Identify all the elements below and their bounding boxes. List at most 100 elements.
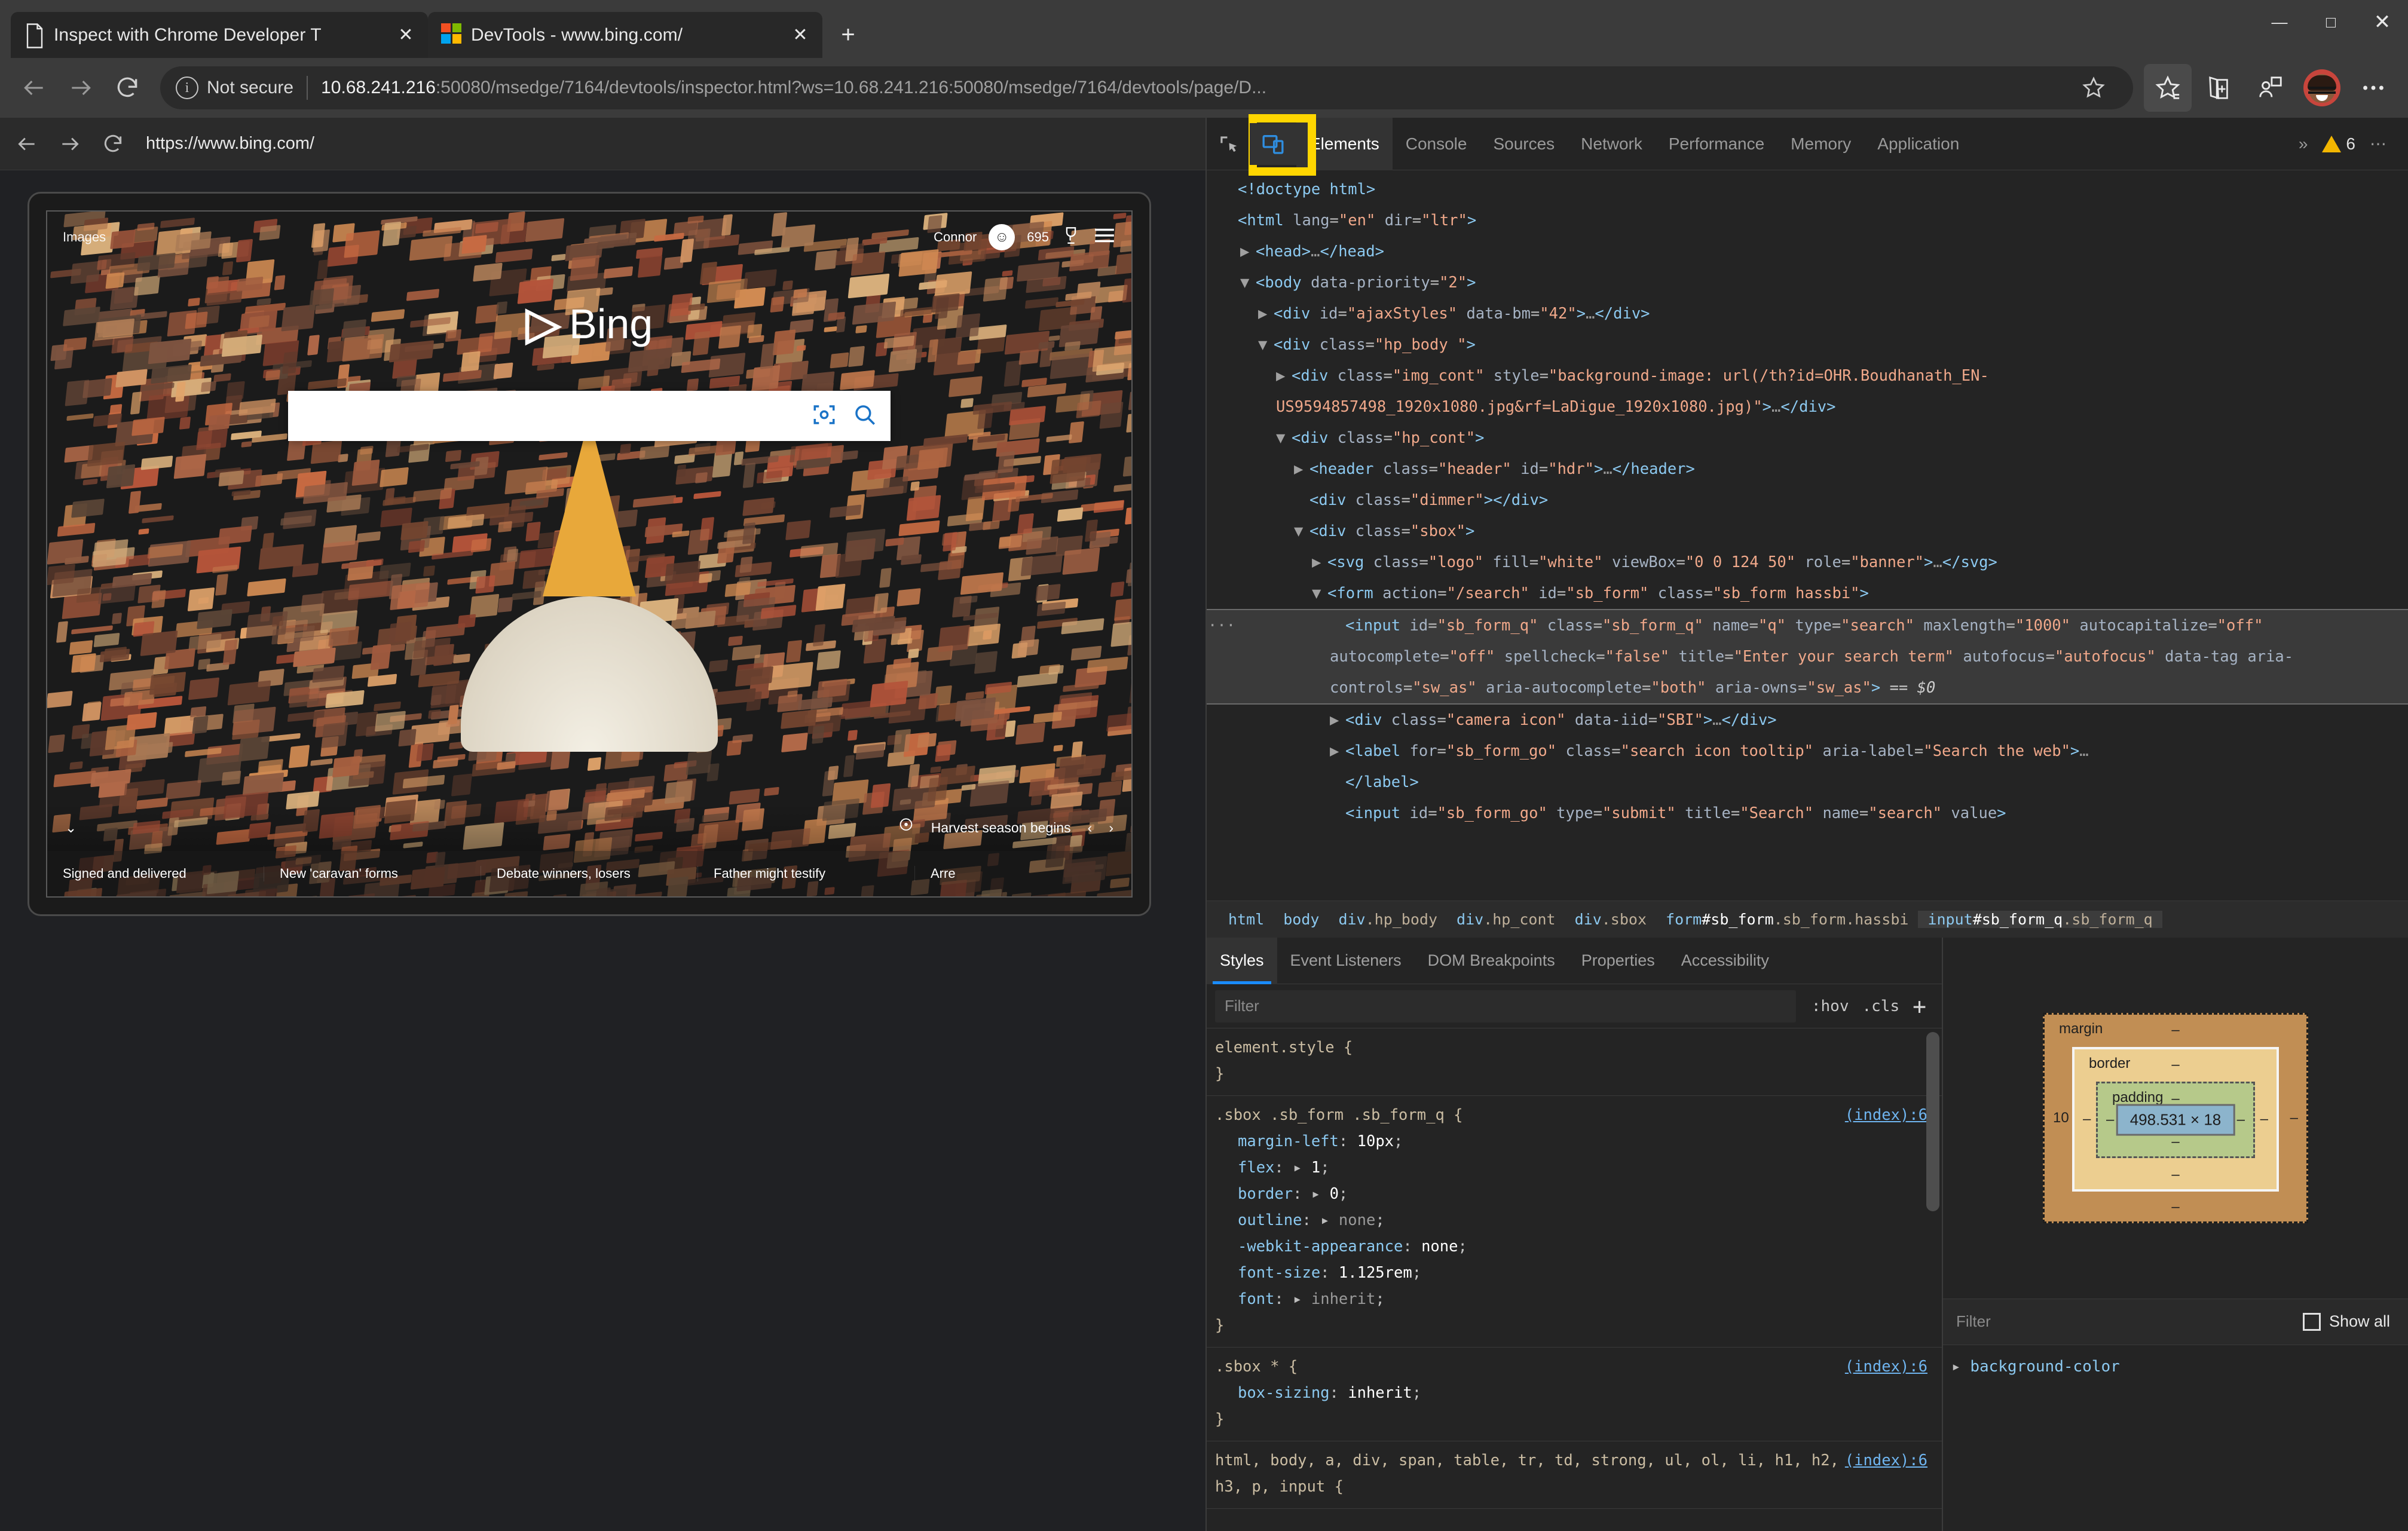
visual-search-icon[interactable] <box>812 402 837 430</box>
breadcrumb-item[interactable]: input#sb_form_q.sb_form_q <box>1918 911 2162 928</box>
dom-node[interactable]: ▶ <div id="ajaxStyles" data-bm="42">…</di… <box>1207 298 2408 329</box>
show-all-checkbox[interactable] <box>2303 1313 2321 1331</box>
tab-performance[interactable]: Performance <box>1656 118 1777 170</box>
style-selector[interactable]: element.style { <box>1207 1034 1942 1061</box>
padding-bottom-value[interactable]: – <box>2171 1134 2179 1150</box>
style-property-name[interactable]: font <box>1238 1290 1274 1308</box>
dom-node[interactable]: <div class="dimmer"></div> <box>1207 485 2408 516</box>
tab-network[interactable]: Network <box>1568 118 1656 170</box>
news-item[interactable]: Father might testify <box>697 866 914 881</box>
breadcrumb-item[interactable]: div.hp_cont <box>1447 911 1565 928</box>
trophy-icon[interactable] <box>1061 225 1081 249</box>
dom-node[interactable]: ▶ <header class="header" id="hdr">…</head… <box>1207 454 2408 485</box>
styles-filter-input[interactable]: Filter <box>1215 990 1796 1022</box>
tab-close-button[interactable]: ✕ <box>787 22 814 49</box>
settings-more-icon[interactable] <box>2349 64 2397 112</box>
dom-node[interactable]: ▶ <svg class="logo" fill="white" viewBox=… <box>1207 547 2408 578</box>
style-selector[interactable]: .sbox .sb_form .sb_form_q { <box>1207 1102 1942 1128</box>
margin-left-value[interactable]: 10 <box>2053 1110 2069 1126</box>
tab-application[interactable]: Application <box>1864 118 1972 170</box>
border-top-value[interactable]: – <box>2171 1057 2179 1073</box>
breadcrumb-item[interactable]: div.hp_body <box>1329 911 1447 928</box>
breadcrumb-item[interactable]: form#sb_form.sb_form.hassbi <box>1656 911 1918 928</box>
style-property-name[interactable]: -webkit-appearance <box>1238 1238 1403 1256</box>
caption-prev-button[interactable]: ‹ <box>1088 820 1093 836</box>
style-property-value[interactable]: none <box>1421 1238 1458 1256</box>
box-model-content-size[interactable]: 498.531 × 18 <box>2116 1104 2235 1135</box>
style-selector[interactable]: .sbox * { <box>1207 1354 1942 1380</box>
chevron-down-icon[interactable]: ▼ <box>1240 267 1256 298</box>
style-property-value[interactable]: inherit <box>1348 1384 1412 1402</box>
computed-property-row[interactable]: ▸ background-color <box>1951 1352 2408 1381</box>
breadcrumb-item[interactable]: div.sbox <box>1565 911 1656 928</box>
style-selector[interactable]: html, body, a, div, span, table, tr, td,… <box>1207 1447 1942 1500</box>
style-declaration[interactable]: margin-left: 10px; <box>1207 1128 1942 1155</box>
maximize-button[interactable]: □ <box>2305 0 2357 44</box>
share-icon[interactable] <box>2247 64 2294 112</box>
computed-filter-input[interactable]: Filter <box>1943 1312 2303 1331</box>
dom-node[interactable]: </label> <box>1207 767 2408 798</box>
chevron-right-icon[interactable]: ▶ <box>1330 705 1345 736</box>
style-rule[interactable]: (index):6 html, body, a, div, span, table… <box>1207 1441 1942 1509</box>
page-url-text[interactable]: https://www.bing.com/ <box>146 134 314 154</box>
style-declaration[interactable]: font: ▸ inherit; <box>1207 1286 1942 1312</box>
tab-dom-breakpoints[interactable]: DOM Breakpoints <box>1415 938 1568 984</box>
dom-node[interactable]: <!doctype html> <box>1207 174 2408 205</box>
chevron-right-icon[interactable]: ▶ <box>1276 360 1292 391</box>
box-model-margin[interactable]: margin – – 10 – border – – – – padding –… <box>2043 1013 2308 1223</box>
bing-images-link[interactable]: Images <box>63 229 106 245</box>
news-item[interactable]: Signed and delivered <box>47 866 264 881</box>
back-button[interactable] <box>11 65 57 111</box>
favorites-icon[interactable] <box>2144 64 2192 112</box>
inspect-element-icon[interactable] <box>1207 123 1250 165</box>
chevron-right-icon[interactable]: ▶ <box>1294 454 1309 485</box>
show-all-toggle[interactable]: Show all <box>2303 1312 2408 1331</box>
account-avatar-icon[interactable]: ☺ <box>989 224 1015 250</box>
bing-search-box[interactable] <box>288 391 891 441</box>
style-property-name[interactable]: outline <box>1238 1211 1302 1229</box>
chevron-right-icon[interactable]: ▸ <box>1293 1290 1302 1308</box>
warning-badge[interactable]: 6 <box>2322 134 2355 154</box>
styles-rules-list[interactable]: element.style {} (index):6 .sbox .sb_form … <box>1207 1028 1942 1531</box>
style-declaration[interactable]: flex: ▸ 1; <box>1207 1155 1942 1181</box>
chevron-right-icon[interactable]: ▶ <box>1258 298 1274 329</box>
style-source-link[interactable]: (index):6 <box>1845 1354 1942 1380</box>
dom-node[interactable]: <html lang="en" dir="ltr"> <box>1207 205 2408 236</box>
chevron-down-icon[interactable]: ▼ <box>1294 516 1309 547</box>
dom-node[interactable]: ▶ <label for="sb_form_go" class="search i… <box>1207 736 2408 767</box>
style-property-value[interactable]: inherit <box>1311 1290 1375 1308</box>
star-outline-icon[interactable] <box>2070 64 2118 112</box>
style-property-value[interactable]: 10px <box>1357 1132 1394 1150</box>
dom-node-selected[interactable]: ··· <input id="sb_form_q" class="sb_form_… <box>1207 609 2408 705</box>
tab-styles[interactable]: Styles <box>1207 938 1277 984</box>
collections-icon[interactable] <box>2195 64 2243 112</box>
tab-memory[interactable]: Memory <box>1777 118 1864 170</box>
tab-console[interactable]: Console <box>1393 118 1480 170</box>
profile-avatar[interactable] <box>2298 64 2346 112</box>
style-property-name[interactable]: flex <box>1238 1159 1274 1177</box>
page-reload-button[interactable] <box>94 125 131 163</box>
tab-properties[interactable]: Properties <box>1568 938 1668 984</box>
padding-right-value[interactable]: – <box>2237 1111 2245 1128</box>
news-item[interactable]: Arre <box>914 866 1131 881</box>
dom-node[interactable]: ▶ <div class="img_cont" style="background… <box>1207 360 2408 422</box>
info-icon[interactable]: i <box>176 76 198 99</box>
cls-toggle[interactable]: .cls <box>1862 997 1899 1015</box>
chevron-right-icon[interactable]: ▶ <box>1312 547 1327 578</box>
dom-tree[interactable]: <!doctype html> <html lang="en" dir="ltr"… <box>1207 170 2408 901</box>
chevron-right-icon[interactable]: ▶ <box>1240 236 1256 267</box>
devtools-overflow-menu[interactable]: ⋯ <box>2361 118 2395 170</box>
style-property-name[interactable]: border <box>1238 1185 1293 1203</box>
hov-toggle[interactable]: :hov <box>1812 997 1849 1015</box>
border-bottom-value[interactable]: – <box>2171 1166 2179 1183</box>
close-window-button[interactable]: ✕ <box>2357 0 2408 44</box>
style-source-link[interactable]: (index):6 <box>1845 1447 1942 1474</box>
style-property-value[interactable]: 1.125rem <box>1339 1264 1412 1282</box>
style-rule[interactable]: (index):6 .sbox .sb_form .sb_form_q {marg… <box>1207 1096 1942 1348</box>
dom-node[interactable]: ▼ <form action="/search" id="sb_form" cla… <box>1207 578 2408 609</box>
style-property-value[interactable]: none <box>1339 1211 1375 1229</box>
chevron-right-icon[interactable]: ▸ <box>1293 1159 1302 1177</box>
dom-node[interactable]: ▼ <body data-priority="2"> <box>1207 267 2408 298</box>
chevron-down-icon[interactable]: ▼ <box>1276 422 1292 454</box>
forward-button[interactable] <box>57 65 104 111</box>
